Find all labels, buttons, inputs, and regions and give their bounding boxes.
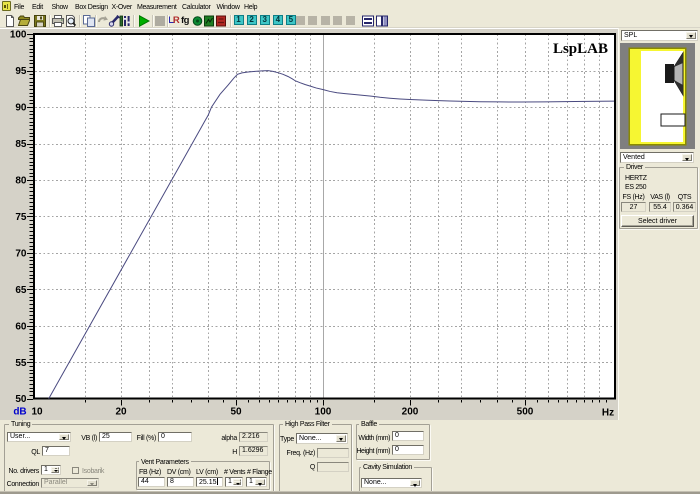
- svg-text:75: 75: [15, 212, 27, 223]
- svg-text:60: 60: [15, 321, 27, 332]
- svg-text:70: 70: [15, 248, 27, 259]
- svg-text:50: 50: [230, 407, 242, 418]
- svg-text:Hz: Hz: [602, 408, 614, 419]
- svg-text:55: 55: [15, 358, 27, 369]
- svg-text:85: 85: [15, 139, 27, 150]
- svg-text:95: 95: [15, 66, 27, 77]
- svg-text:10: 10: [31, 407, 43, 418]
- svg-text:200: 200: [402, 407, 419, 418]
- svg-text:50: 50: [15, 394, 27, 405]
- svg-text:LspLAB: LspLAB: [553, 41, 608, 57]
- svg-text:100: 100: [10, 30, 27, 41]
- svg-text:65: 65: [15, 285, 27, 296]
- svg-text:90: 90: [15, 103, 27, 114]
- svg-text:500: 500: [517, 407, 534, 418]
- svg-text:80: 80: [15, 176, 27, 187]
- svg-text:20: 20: [115, 407, 127, 418]
- svg-text:100: 100: [315, 407, 332, 418]
- svg-text:dB: dB: [13, 407, 26, 418]
